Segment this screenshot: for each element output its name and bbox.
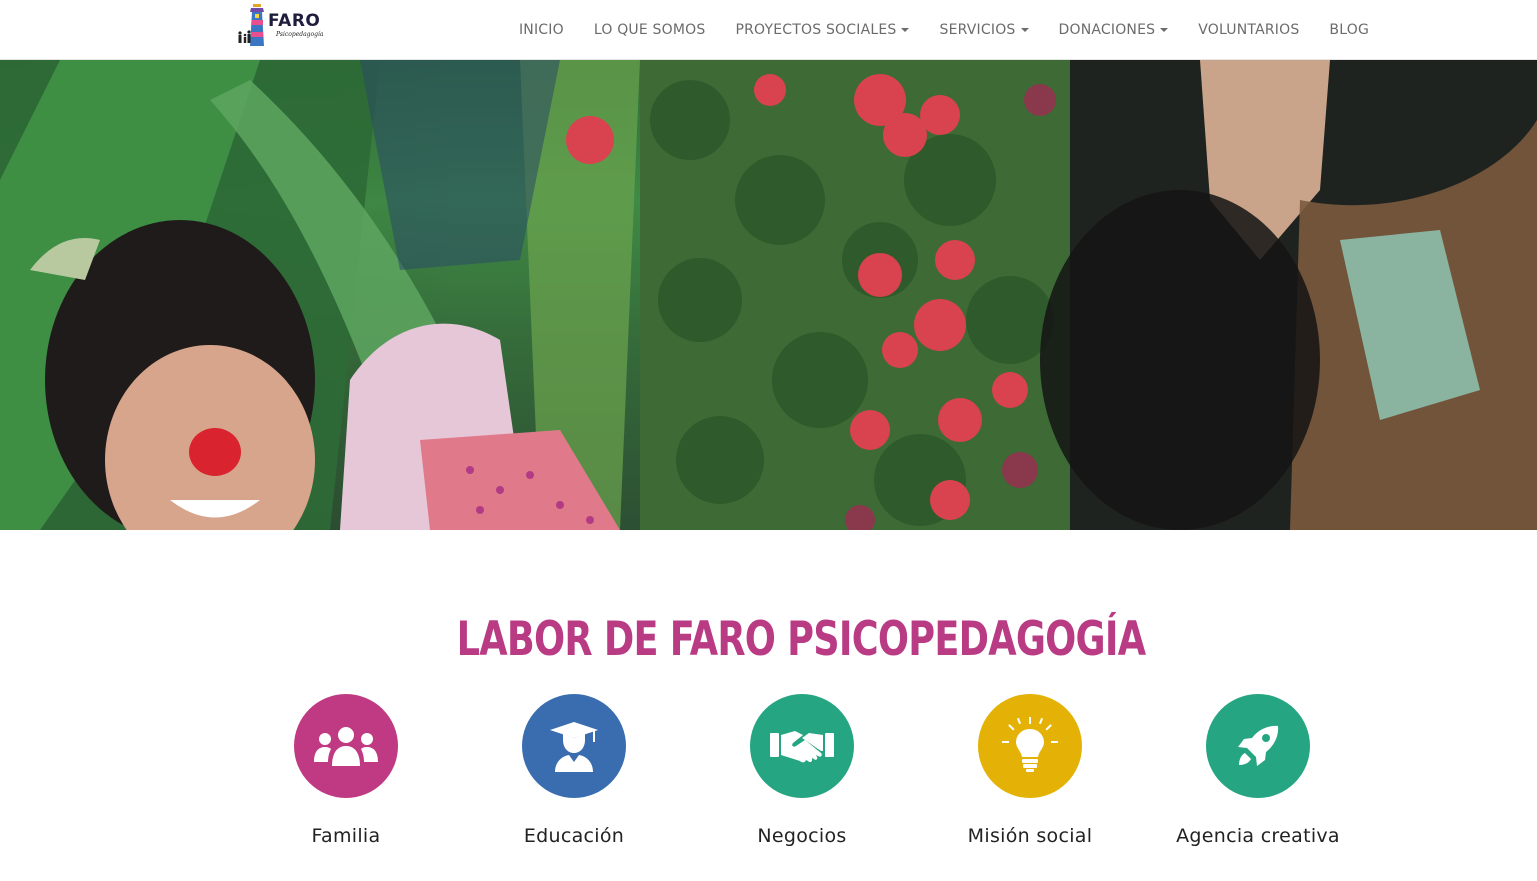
feature-mision-social[interactable]: Misión social xyxy=(930,694,1130,847)
nav-item-proyectos-sociales[interactable]: PROYECTOS SOCIALES xyxy=(735,22,910,38)
feature-label[interactable]: Negocios xyxy=(702,825,902,847)
caret-down-icon xyxy=(1020,28,1029,32)
feature-label[interactable]: Agencia creativa xyxy=(1158,825,1358,847)
graduate-icon xyxy=(550,722,598,772)
feature-label[interactable]: Familia xyxy=(246,825,446,847)
feature-circle[interactable] xyxy=(1206,694,1310,798)
feature-circle[interactable] xyxy=(750,694,854,798)
nav-item-servicios[interactable]: SERVICIOS xyxy=(939,22,1029,38)
hero-image xyxy=(0,60,1537,530)
nav-item-label: SERVICIOS xyxy=(939,22,1016,38)
section-title: LABOR DE FARO PSICOPEDAGOGÍA xyxy=(456,612,1146,667)
feature-circle[interactable] xyxy=(294,694,398,798)
site-header: FARO Psicopedagogía INICIO LO QUE SOMOS PR… xyxy=(0,0,1537,60)
nav-item-voluntarios[interactable]: VOLUNTARIOS xyxy=(1198,22,1299,38)
feature-circle[interactable] xyxy=(522,694,626,798)
feature-familia[interactable]: Familia xyxy=(246,694,446,847)
feature-label[interactable]: Misión social xyxy=(930,825,1130,847)
nav-item-label: LO QUE SOMOS xyxy=(593,22,706,38)
nav-item-label: INICIO xyxy=(518,22,564,38)
handshake-icon xyxy=(770,731,834,763)
nav-item-donaciones[interactable]: DONACIONES xyxy=(1059,22,1169,38)
logo-subtitle: Psicopedagogía xyxy=(276,31,324,38)
rocket-icon xyxy=(1238,725,1279,766)
nav-item-inicio[interactable]: INICIO xyxy=(519,22,564,38)
caret-down-icon xyxy=(901,28,910,32)
feature-label[interactable]: Educación xyxy=(474,825,674,847)
nav-item-lo-que-somos[interactable]: LO QUE SOMOS xyxy=(594,22,706,38)
nav-item-blog[interactable]: BLOG xyxy=(1329,22,1369,38)
main-nav: INICIO LO QUE SOMOS PROYECTOS SOCIALES SERV… xyxy=(519,0,1369,60)
lightbulb-icon xyxy=(1002,717,1058,772)
nav-item-label: DONACIONES xyxy=(1058,22,1156,38)
feature-negocios[interactable]: Negocios xyxy=(702,694,902,847)
hero-photo-illustration xyxy=(0,60,1537,530)
logo-text[interactable]: FARO xyxy=(268,11,320,31)
nav-item-label: VOLUNTARIOS xyxy=(1198,22,1300,38)
feature-agencia-creativa[interactable]: Agencia creativa xyxy=(1158,694,1358,847)
caret-down-icon xyxy=(1160,28,1169,32)
users-icon xyxy=(314,727,378,766)
feature-educacion[interactable]: Educación xyxy=(474,694,674,847)
nav-item-label: BLOG xyxy=(1329,22,1369,38)
nav-item-label: PROYECTOS SOCIALES xyxy=(735,22,897,38)
feature-circle[interactable] xyxy=(978,694,1082,798)
